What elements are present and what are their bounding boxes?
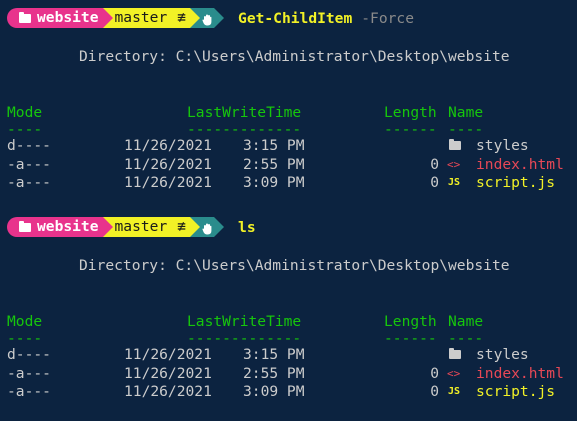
row-length: 0 <box>430 383 439 400</box>
row-time: 2:55 PM <box>243 364 305 382</box>
prompt-branch: master <box>114 9 168 26</box>
js-icon: JS <box>448 177 461 188</box>
command-argument: -Force <box>361 9 414 27</box>
segment-separator <box>102 8 113 28</box>
prompt-line: website master ≢ Get-ChildItem -Force <box>7 8 414 28</box>
hand-icon <box>202 221 212 235</box>
row-mode: d---- <box>7 346 51 363</box>
branch-status: ≢ <box>177 9 187 26</box>
row-length: 0 <box>430 155 439 173</box>
folder-icon <box>449 139 461 150</box>
directory-line: Directory: C:\Users\Administrator\Deskto… <box>79 48 510 65</box>
prompt-line: website master ≢ ls <box>7 217 256 237</box>
row-date: 11/26/2021 <box>124 364 212 382</box>
row-date: 11/26/2021 <box>124 137 212 154</box>
folder-icon <box>449 348 461 359</box>
row-mode: -a--- <box>7 383 51 400</box>
row-length: 0 <box>430 364 439 382</box>
command-name: ls <box>238 218 256 236</box>
prompt-path: website <box>37 218 99 235</box>
row-name: styles <box>476 137 529 154</box>
list-item[interactable]: d---- 11/26/2021 3:15 PM styles <box>0 345 577 364</box>
row-mode: -a--- <box>7 174 51 191</box>
row-time: 3:09 PM <box>243 383 305 400</box>
prompt-path: website <box>37 9 99 26</box>
row-date: 11/26/2021 <box>124 174 212 191</box>
row-mode: -a--- <box>7 155 51 173</box>
segment-separator <box>214 217 225 237</box>
row-name: styles <box>476 346 529 363</box>
command-name: Get-ChildItem <box>238 9 353 27</box>
row-mode: d---- <box>7 137 51 154</box>
row-name: script.js <box>476 174 556 191</box>
prompt-git-segment: master ≢ <box>102 8 201 28</box>
prompt-git-segment: master ≢ <box>102 217 201 237</box>
row-date: 11/26/2021 <box>124 155 212 173</box>
row-name: index.html <box>476 155 564 173</box>
list-item[interactable]: -a--- 11/26/2021 2:55 PM 0 <> index.html <box>0 364 577 383</box>
row-name: index.html <box>476 364 564 382</box>
branch-status: ≢ <box>177 218 187 235</box>
command-text[interactable]: ls <box>238 218 256 237</box>
js-icon: JS <box>448 386 461 397</box>
prompt-branch: master <box>114 218 168 235</box>
prompt-path-segment: website <box>7 8 113 28</box>
list-item[interactable]: -a--- 11/26/2021 3:09 PM 0 JS script.js <box>0 173 577 192</box>
folder-icon <box>19 11 31 23</box>
html-icon: <> <box>447 157 461 171</box>
row-name: script.js <box>476 383 556 400</box>
row-date: 11/26/2021 <box>124 346 212 363</box>
prompt-path-segment: website <box>7 217 113 237</box>
row-time: 2:55 PM <box>243 155 305 173</box>
hand-icon <box>202 12 212 26</box>
directory-line: Directory: C:\Users\Administrator\Deskto… <box>79 257 510 274</box>
list-item[interactable]: -a--- 11/26/2021 3:09 PM 0 JS script.js <box>0 382 577 401</box>
folder-icon <box>19 220 31 232</box>
command-text[interactable]: Get-ChildItem -Force <box>238 9 414 28</box>
segment-separator <box>102 217 113 237</box>
html-icon: <> <box>447 366 461 380</box>
row-date: 11/26/2021 <box>124 383 212 400</box>
segment-separator <box>190 217 201 237</box>
segment-separator <box>190 8 201 28</box>
list-item[interactable]: d---- 11/26/2021 3:15 PM styles <box>0 136 577 155</box>
row-time: 3:15 PM <box>243 137 305 154</box>
row-mode: -a--- <box>7 364 51 382</box>
row-time: 3:15 PM <box>243 346 305 363</box>
row-length: 0 <box>430 174 439 191</box>
row-time: 3:09 PM <box>243 174 305 191</box>
segment-separator <box>214 8 225 28</box>
list-item[interactable]: -a--- 11/26/2021 2:55 PM 0 <> index.html <box>0 155 577 174</box>
